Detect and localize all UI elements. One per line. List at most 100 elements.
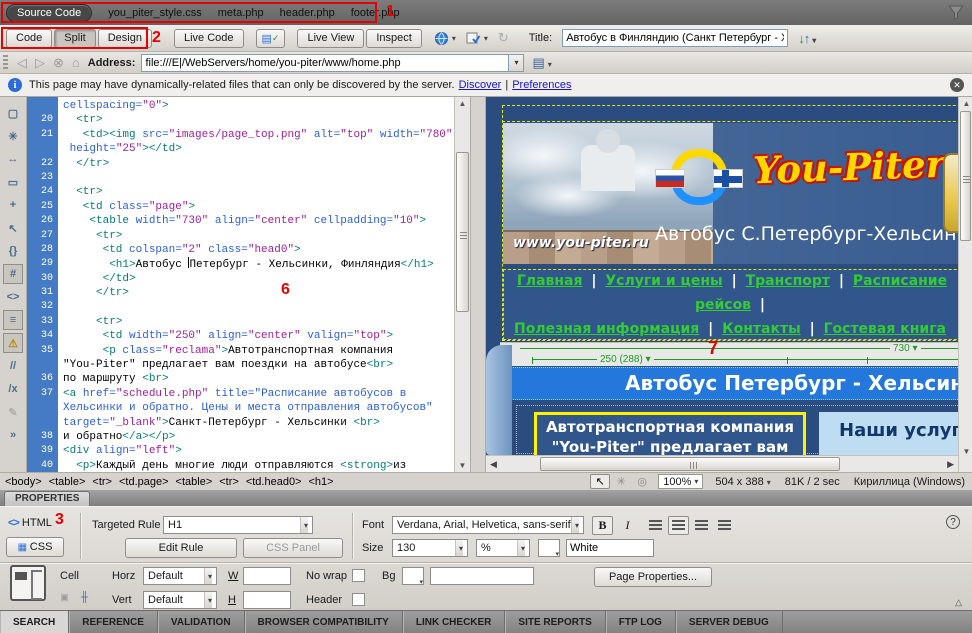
- scroll-down-arrow[interactable]: ▼: [457, 461, 468, 470]
- scroll-right-arrow[interactable]: ▶: [947, 459, 954, 470]
- collapse-full-tag-icon[interactable]: ↔: [3, 149, 23, 169]
- file-status-icon[interactable]: ▤✓: [256, 29, 286, 48]
- size-unit-combo[interactable]: %▾: [476, 539, 530, 557]
- header-checkbox[interactable]: [352, 593, 365, 606]
- properties-tab[interactable]: PROPERTIES: [4, 491, 90, 506]
- targeted-rule-combo[interactable]: H1▾: [163, 516, 313, 534]
- code-vertical-scrollbar[interactable]: ▲ ▼: [454, 97, 470, 472]
- tag-selector-item[interactable]: <table>: [49, 476, 86, 488]
- tag-selector-item[interactable]: <body>: [5, 476, 42, 488]
- site-nav-link[interactable]: Полезная информация: [514, 321, 699, 337]
- zoom-tool-icon[interactable]: ◎: [632, 474, 652, 489]
- highlight-invalid-code-icon[interactable]: <>: [3, 287, 23, 307]
- help-icon[interactable]: ?: [946, 515, 960, 529]
- scroll-more-icon[interactable]: »: [3, 425, 23, 445]
- scroll-up-arrow[interactable]: ▲: [457, 99, 468, 108]
- split-divider[interactable]: [470, 97, 486, 472]
- results-tab-browser-compatibility[interactable]: BROWSER COMPATIBILITY: [245, 611, 403, 633]
- results-tab-link-checker[interactable]: LINK CHECKER: [403, 611, 506, 633]
- stop-icon[interactable]: ⊗: [53, 55, 64, 71]
- nowrap-checkbox[interactable]: [352, 569, 365, 582]
- scroll-down-arrow[interactable]: ▼: [961, 447, 972, 456]
- code-navigator-icon[interactable]: ✳: [3, 126, 23, 146]
- home-icon[interactable]: ⌂: [72, 55, 80, 70]
- apply-comment-icon[interactable]: //: [3, 356, 23, 376]
- syntax-error-alerts-icon[interactable]: ⚠: [3, 333, 23, 353]
- align-center-button[interactable]: [668, 516, 689, 535]
- design-vscrollbar-thumb[interactable]: [960, 111, 971, 241]
- html-mode-button[interactable]: <> HTML: [8, 517, 52, 529]
- bold-button[interactable]: B: [592, 516, 613, 535]
- table-width-bar-250[interactable]: 250 (288) ▾: [532, 359, 958, 360]
- vert-combo[interactable]: Default▾: [143, 591, 217, 609]
- text-color-field[interactable]: [566, 539, 654, 557]
- recent-snippets-icon[interactable]: ✎: [3, 402, 23, 422]
- design-vertical-scrollbar[interactable]: ▲ ▼: [958, 97, 972, 472]
- back-icon[interactable]: ◁: [17, 55, 27, 71]
- open-documents-icon[interactable]: ▢: [3, 103, 23, 123]
- split-cell-icon[interactable]: ╫: [76, 590, 93, 605]
- results-tab-reference[interactable]: REFERENCE: [69, 611, 158, 633]
- align-justify-button[interactable]: [714, 516, 735, 535]
- design-horizontal-scrollbar[interactable]: ◀ ▶: [486, 455, 958, 472]
- results-tab-validation[interactable]: VALIDATION: [158, 611, 245, 633]
- tag-selector-item[interactable]: <td.head0>: [246, 476, 302, 488]
- edit-rule-button[interactable]: Edit Rule: [125, 538, 237, 558]
- page-properties-button[interactable]: Page Properties...: [594, 567, 712, 587]
- table-width-bar-730[interactable]: 730 ▾: [520, 348, 958, 349]
- line-numbers-icon[interactable]: #: [3, 264, 23, 284]
- expand-all-icon[interactable]: +: [3, 195, 23, 215]
- bg-color-swatch[interactable]: [402, 567, 424, 585]
- address-input[interactable]: [141, 54, 509, 72]
- refresh-icon[interactable]: ↻: [498, 30, 509, 46]
- forward-icon[interactable]: ▷: [35, 55, 45, 71]
- close-infobar-icon[interactable]: ✕: [950, 78, 964, 92]
- w-field[interactable]: [243, 567, 291, 585]
- results-tab-server-debug[interactable]: SERVER DEBUG: [676, 611, 783, 633]
- results-tab-ftp-log[interactable]: FTP LOG: [606, 611, 676, 633]
- select-tool-icon[interactable]: ↖: [590, 474, 610, 489]
- site-nav-link[interactable]: Гостевая книга: [824, 321, 946, 337]
- font-combo[interactable]: Verdana, Arial, Helvetica, sans-serif▾: [392, 516, 584, 534]
- get-put-files-icon[interactable]: ↓↑▾: [798, 31, 815, 46]
- align-left-button[interactable]: [645, 516, 666, 535]
- code-editor[interactable]: cellspacing="0">20 <tr>21 <td><img src="…: [27, 97, 470, 472]
- title-input[interactable]: [562, 29, 788, 47]
- tag-selector-item[interactable]: <tr>: [219, 476, 239, 488]
- collapse-selection-icon[interactable]: ▭: [3, 172, 23, 192]
- check-browser-compatibility-icon[interactable]: ▾: [466, 31, 488, 45]
- hand-tool-icon[interactable]: ✳: [611, 474, 631, 489]
- css-mode-button[interactable]: ▦ CSS: [6, 537, 64, 557]
- width-250-label[interactable]: 250 (288) ▾: [597, 354, 654, 365]
- filter-related-files-icon[interactable]: [948, 5, 964, 20]
- site-nav-link[interactable]: Главная: [517, 273, 583, 289]
- design-hscrollbar-thumb[interactable]: [540, 457, 840, 471]
- magnification-combo[interactable]: 100%▾: [658, 474, 703, 489]
- text-color-swatch[interactable]: [538, 539, 560, 557]
- scroll-up-arrow[interactable]: ▲: [961, 99, 972, 108]
- merge-cells-icon[interactable]: ▣: [56, 590, 73, 605]
- select-parent-tag-icon[interactable]: ↖: [3, 218, 23, 238]
- preview-browser-icon[interactable]: ▾: [434, 31, 456, 46]
- inspect-button[interactable]: Inspect: [366, 29, 421, 48]
- italic-button[interactable]: I: [617, 516, 638, 535]
- discover-link[interactable]: Discover: [459, 79, 502, 91]
- site-nav-link[interactable]: Транспорт: [746, 273, 830, 289]
- horz-combo[interactable]: Default▾: [143, 567, 217, 585]
- word-wrap-icon[interactable]: ≡: [3, 310, 23, 330]
- tag-selector-item[interactable]: <h1>: [309, 476, 334, 488]
- live-view-button[interactable]: Live View: [297, 29, 364, 48]
- window-size-combo[interactable]: 504 x 388▾: [715, 476, 770, 488]
- h-field[interactable]: [243, 591, 291, 609]
- remove-comment-icon[interactable]: /x: [3, 379, 23, 399]
- site-nav-link[interactable]: Услуги и цены: [605, 273, 722, 289]
- code-scrollbar-thumb[interactable]: [456, 152, 469, 312]
- tag-selector-item[interactable]: <table>: [176, 476, 213, 488]
- tag-selector-item[interactable]: <tr>: [92, 476, 112, 488]
- address-dropdown-arrow[interactable]: ▾: [509, 54, 524, 72]
- results-tab-search[interactable]: SEARCH: [0, 611, 69, 633]
- design-view[interactable]: You-Piter Автобус С.Петербург-Хельсинки …: [486, 97, 958, 472]
- tag-selector-item[interactable]: <td.page>: [119, 476, 169, 488]
- results-tab-site-reports[interactable]: SITE REPORTS: [505, 611, 605, 633]
- panel-collapse-icon[interactable]: △: [955, 597, 962, 608]
